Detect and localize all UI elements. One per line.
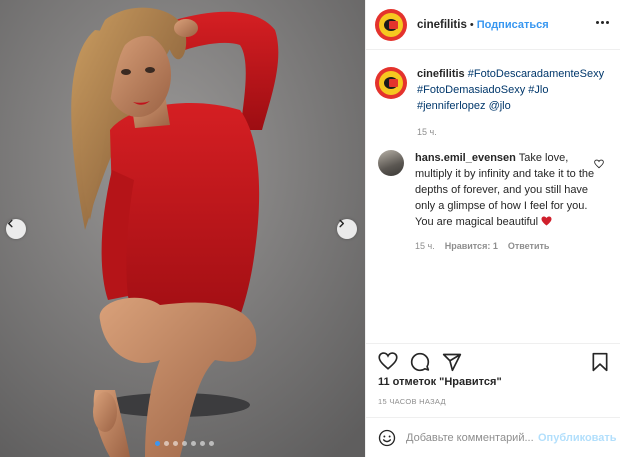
caption-avatar[interactable]	[375, 67, 407, 99]
comment-like-heart-icon[interactable]	[594, 159, 604, 169]
header-separator: •	[469, 18, 474, 31]
chevron-right-icon	[339, 219, 345, 228]
carousel-dot	[182, 441, 187, 446]
comment-username[interactable]: hans.emil_evensen	[415, 152, 516, 164]
follow-button[interactable]: Подписаться	[477, 19, 549, 31]
comment-item: hans.emil_evensen Take love, multiply it…	[378, 150, 614, 254]
publish-button[interactable]: Опубликовать	[538, 432, 617, 444]
header-username[interactable]: cinefilitis	[417, 19, 467, 31]
carousel-indicator	[155, 441, 214, 446]
carousel-dot	[173, 441, 178, 446]
post-timestamp[interactable]: 15 ЧАСОВ НАЗАД	[378, 397, 446, 406]
hashtag-link[interactable]: #FotoDescaradamenteSexy	[468, 68, 604, 80]
comment-input[interactable]	[406, 431, 538, 444]
caption-time[interactable]: 15 ч.	[417, 124, 615, 140]
caption-body: cinefilitis #FotoDescaradamenteSexy #Fot…	[417, 66, 615, 140]
previous-slide-button[interactable]	[6, 219, 26, 239]
comment-body: hans.emil_evensen Take love, multiply it…	[415, 150, 595, 254]
comment-composer: Опубликовать	[366, 417, 620, 457]
comment-likes[interactable]: Нравится: 1	[445, 238, 498, 254]
instagram-post: cinefilitis • Подписаться cinefilitis #F…	[0, 0, 620, 457]
likes-count[interactable]: 11 отметок "Нравится"	[378, 376, 502, 388]
post-caption: cinefilitis #FotoDescaradamenteSexy #Fot…	[375, 66, 615, 140]
carousel-dot	[200, 441, 205, 446]
hashtag-link[interactable]: #Jlo	[528, 84, 548, 96]
carousel-dot	[155, 441, 160, 446]
bookmark-icon[interactable]	[591, 352, 609, 372]
comment-meta: 15 ч. Нравится: 1 Ответить	[415, 238, 595, 254]
carousel-dot	[164, 441, 169, 446]
red-heart-emoji-icon	[541, 216, 552, 226]
post-sidebar: cinefilitis • Подписаться cinefilitis #F…	[365, 0, 620, 457]
comment-icon[interactable]	[410, 352, 430, 372]
next-slide-button[interactable]	[337, 219, 357, 239]
post-header: cinefilitis • Подписаться	[366, 0, 620, 50]
caption-username[interactable]: cinefilitis	[417, 68, 465, 80]
photo-illustration	[0, 0, 365, 457]
hashtag-link[interactable]: #jenniferlopez	[417, 100, 486, 112]
more-icon	[596, 21, 599, 24]
emoji-icon[interactable]	[378, 429, 396, 447]
post-photo[interactable]	[0, 0, 365, 457]
more-options-button[interactable]	[596, 21, 609, 24]
mention-link[interactable]: @jlo	[489, 100, 511, 112]
heart-icon[interactable]	[378, 352, 398, 370]
commenter-avatar[interactable]	[378, 150, 404, 176]
reply-button[interactable]: Ответить	[508, 238, 550, 254]
share-icon[interactable]	[442, 352, 462, 372]
chevron-left-icon	[7, 219, 13, 228]
avatar[interactable]	[375, 8, 407, 41]
hashtag-link[interactable]: #FotoDemasiadoSexy	[417, 84, 525, 96]
comment-time[interactable]: 15 ч.	[415, 238, 435, 254]
carousel-dot	[191, 441, 196, 446]
carousel-dot	[209, 441, 214, 446]
